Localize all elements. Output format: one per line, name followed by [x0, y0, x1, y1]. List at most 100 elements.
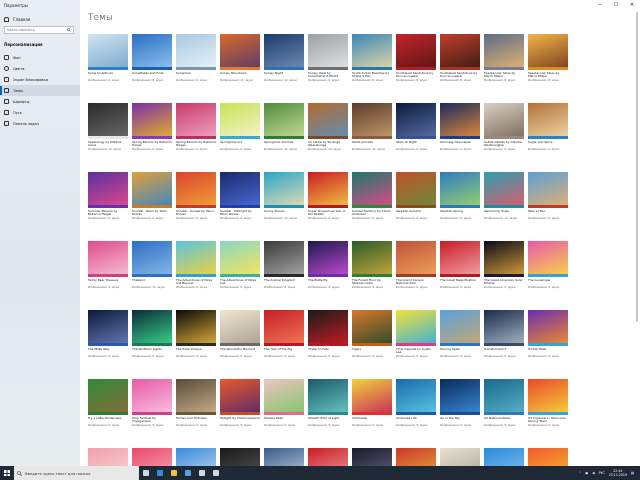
theme-tile[interactable] [484, 448, 524, 466]
theme-thumbnail[interactable] [308, 103, 348, 139]
theme-thumbnail[interactable] [528, 34, 568, 70]
theme-tile[interactable]: Snowmen Изображения: 8, звуки [176, 34, 216, 90]
theme-tile[interactable]: The Northern Lights Изображения: 8, звуки [132, 310, 172, 366]
theme-tile[interactable]: Undersea Life Изображения: 8, звуки [396, 379, 436, 435]
theme-tile[interactable]: Southwest Sandstone by Duncan Lawler Изоб… [396, 34, 436, 90]
theme-tile[interactable]: The Solar Eclipse Изображения: 8, звуки [176, 310, 216, 366]
theme-thumbnail[interactable] [528, 448, 568, 466]
theme-tile[interactable] [132, 448, 172, 466]
theme-tile[interactable]: Surreal Territory by Chuck Anderson Изобр… [352, 172, 392, 228]
theme-thumbnail[interactable] [132, 448, 172, 466]
theme-thumbnail[interactable] [264, 172, 304, 208]
theme-tile[interactable]: Time Capsule by Austin Lee Изображения: 8… [396, 310, 436, 366]
theme-thumbnail[interactable] [264, 448, 304, 466]
theme-tile[interactable] [396, 448, 436, 466]
theme-tile[interactable]: The Butterfly Изображения: 8, звуки [308, 241, 348, 297]
theme-tile[interactable]: Take a Hike Изображения: 8, звуки [528, 172, 568, 228]
settings-button[interactable] [209, 466, 223, 480]
theme-thumbnail[interactable] [484, 103, 524, 139]
theme-tile[interactable]: Sugar and Spice Изображения: 6, звуки [528, 103, 568, 159]
theme-thumbnail[interactable] [352, 310, 392, 346]
theme-tile[interactable] [264, 448, 304, 466]
theme-tile[interactable]: Try a Little Tenderness Изображения: 8, з… [88, 379, 128, 435]
theme-tile[interactable]: Touring Spain Изображения: 8, звуки [440, 310, 480, 366]
theme-tile[interactable]: Subtle Details by Claudia Wartlanngton Из… [484, 103, 524, 159]
theme-thumbnail[interactable] [176, 241, 216, 277]
theme-tile[interactable]: The Year of the Pig Изображения: 8, звуки [264, 310, 304, 366]
theme-thumbnail[interactable] [176, 310, 216, 346]
theme-thumbnail[interactable] [396, 103, 436, 139]
theme-tile[interactable]: The Adventures of Ninja Cat Beyond Изобра… [176, 241, 216, 297]
theme-thumbnail[interactable] [484, 448, 524, 466]
theme-thumbnail[interactable] [88, 241, 128, 277]
theme-thumbnail[interactable] [440, 241, 480, 277]
theme-thumbnail[interactable] [396, 448, 436, 466]
theme-thumbnail[interactable] [264, 34, 304, 70]
theme-thumbnail[interactable] [132, 241, 172, 277]
theme-thumbnail[interactable] [132, 379, 172, 415]
theme-thumbnail[interactable] [308, 448, 348, 466]
theme-thumbnail[interactable] [88, 310, 128, 346]
theme-thumbnail[interactable] [528, 241, 568, 277]
sidebar-item-lock-screen[interactable]: Экран блокировки [0, 74, 80, 85]
sidebar-item-themes[interactable]: Темы [0, 85, 80, 96]
theme-tile[interactable]: Tigers Изображения: 8, звуки [352, 310, 392, 366]
theme-thumbnail[interactable] [308, 310, 348, 346]
theme-tile[interactable] [352, 448, 392, 466]
sidebar-item-start[interactable]: Пуск [0, 107, 80, 118]
theme-tile[interactable]: Stars at Night Изображения: 8, звуки [396, 103, 436, 159]
theme-thumbnail[interactable] [484, 379, 524, 415]
theme-thumbnail[interactable] [352, 103, 392, 139]
theme-thumbnail[interactable] [176, 448, 216, 466]
theme-thumbnail[interactable] [88, 103, 128, 139]
theme-thumbnail[interactable] [220, 34, 260, 70]
theme-thumbnail[interactable] [264, 103, 304, 139]
theme-tile[interactable]: Summer Blooms by Rebecca Heigel Изображен… [88, 172, 128, 228]
theme-thumbnail[interactable] [264, 379, 304, 415]
store-button[interactable] [181, 466, 195, 480]
explorer-button[interactable] [167, 466, 181, 480]
theme-tile[interactable]: Speleology by Mattius Ioenz Изображения: … [88, 103, 128, 159]
theme-thumbnail[interactable] [88, 448, 128, 466]
mail-button[interactable] [195, 466, 209, 480]
theme-thumbnail[interactable] [352, 379, 392, 415]
theme-thumbnail[interactable] [352, 241, 392, 277]
theme-tile[interactable]: Sundial - Sunset by Talon Roivas Изображе… [176, 172, 216, 228]
theme-tile[interactable]: The Grand Canyon National Park Изображени… [396, 241, 436, 297]
theme-thumbnail[interactable] [440, 379, 480, 415]
sidebar-item-background[interactable]: Фон [0, 52, 80, 63]
sidebar-item-taskbar[interactable]: Панель задач [0, 118, 80, 129]
theme-tile[interactable]: Snowy Owls by Christopher E Elliott Изобр… [308, 34, 348, 90]
clock[interactable]: 22:44 25.11.2019 [609, 469, 627, 477]
theme-tile[interactable]: Spectacular Skies by Marco Müller Изображ… [484, 34, 524, 90]
theme-tile[interactable]: Snowy Mountains Изображения: 11, звуки [220, 34, 260, 90]
theme-tile[interactable]: The Adventures of Ninja Cat Изображения: … [220, 241, 260, 297]
theme-thumbnail[interactable] [220, 172, 260, 208]
theme-tile[interactable]: Twilight by Chad Copeland Изображения: 8,… [220, 379, 260, 435]
theme-tile[interactable]: Spring Blooms by Rebecca Heigel Изображен… [176, 103, 216, 159]
theme-tile[interactable]: Stella pinnata Изображения: 11, звуки [352, 103, 392, 159]
chevron-up-icon[interactable]: ^ [578, 471, 581, 475]
theme-thumbnail[interactable] [132, 34, 172, 70]
theme-tile[interactable]: Sunny Shores Изображения: 12, звуки [264, 172, 304, 228]
search-icon[interactable] [67, 28, 71, 32]
theme-tile[interactable]: Spectacular Skies by Marco Müller Изображ… [528, 34, 568, 90]
theme-thumbnail[interactable] [264, 310, 304, 346]
theme-thumbnail[interactable] [484, 172, 524, 208]
theme-tile[interactable]: Teddy Bear Treasure Изображения: 8, звуки [88, 241, 128, 297]
theme-thumbnail[interactable] [396, 34, 436, 70]
task-view-button[interactable] [139, 466, 153, 480]
theme-tile[interactable]: Thailand Изображения: 15, звуки [132, 241, 172, 297]
settings-search-box[interactable] [4, 26, 74, 34]
theme-tile[interactable]: Spring Blooms by Rebecca Heigel Изображен… [132, 103, 172, 159]
theme-tile[interactable]: Tinder to Fear Изображения: 8, звуки [308, 310, 348, 366]
theme-thumbnail[interactable] [176, 379, 216, 415]
theme-tile[interactable] [88, 448, 128, 466]
theme-thumbnail[interactable] [352, 34, 392, 70]
theme-tile[interactable]: Transformers 5 Изображения: 8, звуки [484, 310, 524, 366]
theme-tile[interactable] [220, 448, 260, 466]
theme-tile[interactable]: The Wonderful Moment Изображения: 8, звук… [220, 310, 260, 366]
theme-tile[interactable] [176, 448, 216, 466]
theme-tile[interactable]: The Milky Way Изображения: 8, звуки [88, 310, 128, 366]
start-button[interactable] [0, 466, 14, 480]
